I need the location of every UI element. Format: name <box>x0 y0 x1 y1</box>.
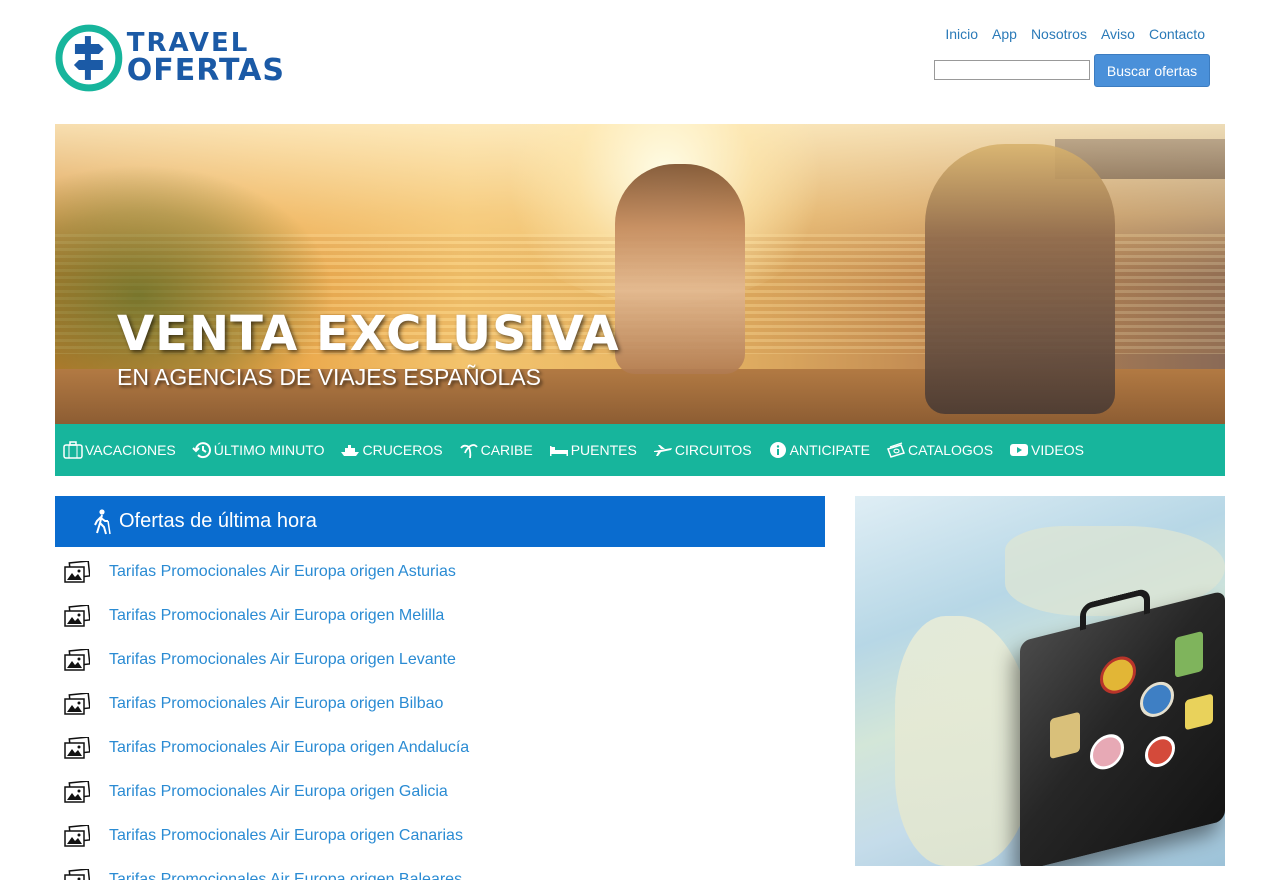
category-label: CATALOGOS <box>907 442 994 458</box>
signpost-logo-icon <box>55 24 123 92</box>
nav-link-aviso[interactable]: Aviso <box>1101 26 1135 42</box>
palm-tree-icon <box>459 441 479 459</box>
nav-link-app[interactable]: App <box>992 26 1017 42</box>
offer-link[interactable]: Tarifas Promocionales Air Europa origen … <box>109 563 456 581</box>
image-gallery-icon <box>64 561 90 583</box>
travel-sticker <box>1050 711 1080 760</box>
suitcase-map-image[interactable] <box>855 496 1225 866</box>
nav-link-inicio[interactable]: Inicio <box>945 26 978 42</box>
offer-link[interactable]: Tarifas Promocionales Air Europa origen … <box>109 783 448 801</box>
image-gallery-icon <box>64 693 90 715</box>
list-item: Tarifas Promocionales Air Europa origen … <box>55 682 825 726</box>
travel-sticker <box>1090 730 1124 774</box>
offer-link[interactable]: Tarifas Promocionales Air Europa origen … <box>109 695 443 713</box>
image-gallery-icon <box>64 649 90 671</box>
image-gallery-icon <box>64 605 90 627</box>
suitcase-icon <box>63 441 83 459</box>
info-icon <box>768 441 788 459</box>
category-ultimo-minuto[interactable]: ÚLTIMO MINUTO <box>192 441 325 459</box>
list-item: Tarifas Promocionales Air Europa origen … <box>55 814 825 858</box>
hero-person-woman <box>925 144 1115 414</box>
travel-sticker <box>1145 732 1175 771</box>
money-icon <box>886 441 906 459</box>
category-cruceros[interactable]: CRUCEROS <box>340 441 443 459</box>
category-catalogos[interactable]: CATALOGOS <box>886 441 993 459</box>
hero-banner[interactable]: VENTA EXCLUSIVA EN AGENCIAS DE VIAJES ES… <box>55 124 1225 424</box>
category-label: CARIBE <box>480 442 533 458</box>
search-input[interactable] <box>934 60 1090 80</box>
category-anticipate[interactable]: ANTICIPATE <box>768 441 870 459</box>
suitcase-illustration <box>1020 587 1225 866</box>
bed-icon <box>549 441 569 459</box>
list-item: Tarifas Promocionales Air Europa origen … <box>55 858 825 880</box>
offer-link[interactable]: Tarifas Promocionales Air Europa origen … <box>109 871 462 880</box>
hero-subtitle: EN AGENCIAS DE VIAJES ESPAÑOLAS <box>117 364 541 390</box>
category-navigation: VACACIONES ÚLTIMO MINUTO CRUCEROS CARIBE… <box>55 424 1225 476</box>
category-label: ANTICIPATE <box>789 442 870 458</box>
travel-sticker <box>1185 693 1213 731</box>
search-button[interactable]: Buscar ofertas <box>1094 54 1210 87</box>
image-gallery-icon <box>64 737 90 759</box>
travel-sticker <box>1175 630 1203 678</box>
ship-icon <box>340 441 360 459</box>
offer-link[interactable]: Tarifas Promocionales Air Europa origen … <box>109 651 456 669</box>
offer-link[interactable]: Tarifas Promocionales Air Europa origen … <box>109 739 469 757</box>
offers-title: Ofertas de última hora <box>119 510 317 532</box>
image-gallery-icon <box>64 825 90 847</box>
offer-link[interactable]: Tarifas Promocionales Air Europa origen … <box>109 607 444 625</box>
logo-text-ofertas: OFERTAS <box>126 53 285 88</box>
category-label: CIRCUITOS <box>674 442 752 458</box>
list-item: Tarifas Promocionales Air Europa origen … <box>55 770 825 814</box>
category-vacaciones[interactable]: VACACIONES <box>63 441 176 459</box>
offers-list: Tarifas Promocionales Air Europa origen … <box>55 550 825 880</box>
plane-icon <box>653 441 673 459</box>
category-label: PUENTES <box>570 442 637 458</box>
category-puentes[interactable]: PUENTES <box>549 441 637 459</box>
top-navigation: Inicio App Nosotros Aviso Contacto <box>945 26 1205 42</box>
list-item: Tarifas Promocionales Air Europa origen … <box>55 638 825 682</box>
map-landmass <box>895 616 1035 866</box>
list-item: Tarifas Promocionales Air Europa origen … <box>55 550 825 594</box>
travel-sticker <box>1100 652 1136 698</box>
offers-header: Ofertas de última hora <box>55 496 825 547</box>
category-label: VACACIONES <box>85 442 176 458</box>
nav-link-contacto[interactable]: Contacto <box>1149 26 1205 42</box>
hero-title: VENTA EXCLUSIVA <box>117 306 620 362</box>
list-item: Tarifas Promocionales Air Europa origen … <box>55 726 825 770</box>
category-label: ÚLTIMO MINUTO <box>213 442 325 458</box>
category-caribe[interactable]: CARIBE <box>459 441 533 459</box>
site-logo[interactable]: TRAVEL OFERTAS <box>55 23 285 93</box>
category-circuitos[interactable]: CIRCUITOS <box>653 441 752 459</box>
image-gallery-icon <box>64 781 90 803</box>
traveler-walking-icon <box>94 508 111 534</box>
hero-person-man <box>615 164 745 374</box>
youtube-icon <box>1009 441 1029 459</box>
history-icon <box>192 441 212 459</box>
list-item: Tarifas Promocionales Air Europa origen … <box>55 594 825 638</box>
offer-link[interactable]: Tarifas Promocionales Air Europa origen … <box>109 827 463 845</box>
image-gallery-icon <box>64 869 90 880</box>
category-videos[interactable]: VIDEOS <box>1009 441 1084 459</box>
category-label: VIDEOS <box>1031 442 1084 458</box>
nav-link-nosotros[interactable]: Nosotros <box>1031 26 1087 42</box>
travel-sticker <box>1140 678 1174 721</box>
category-label: CRUCEROS <box>362 442 443 458</box>
